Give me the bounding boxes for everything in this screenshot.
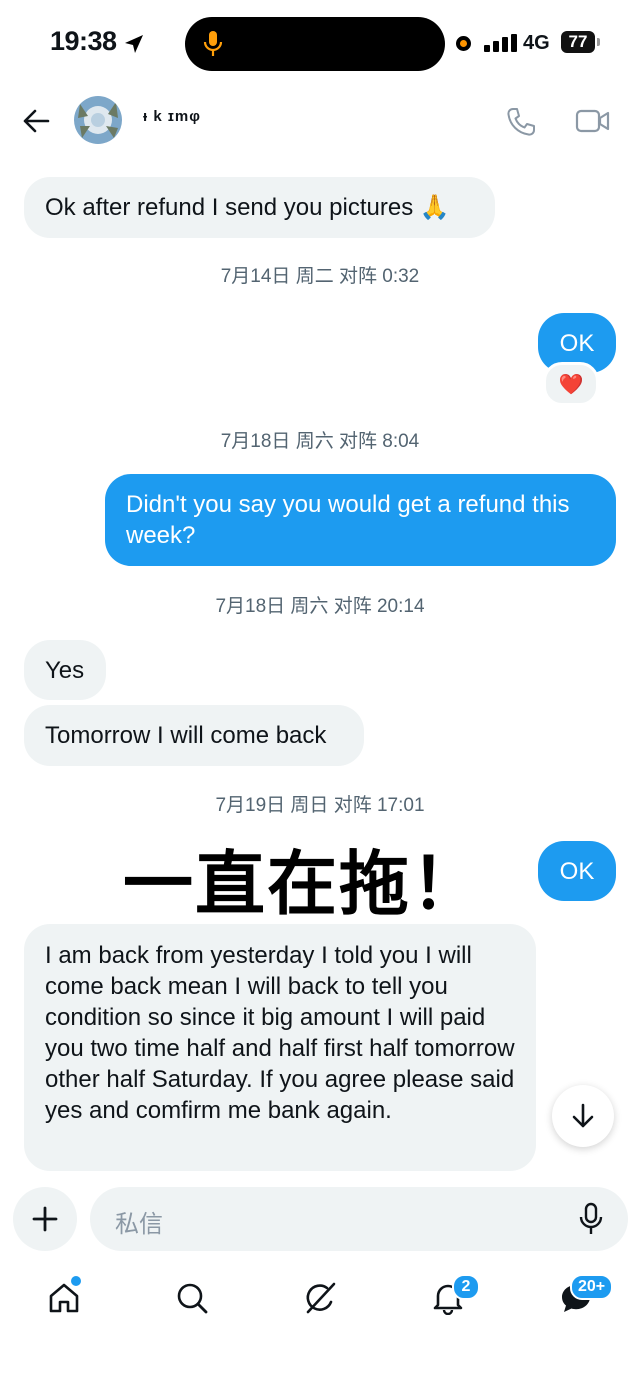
mic-indicator-icon (203, 31, 223, 56)
back-arrow-icon[interactable] (22, 108, 50, 134)
message-outgoing[interactable]: OK (538, 841, 616, 901)
phone-icon[interactable] (505, 106, 537, 138)
signal-icon (484, 34, 517, 52)
timestamp: 7月18日 周六 对阵 20:14 (215, 596, 425, 617)
network-type: 4G (523, 32, 550, 54)
message-incoming[interactable]: Tomorrow I will come back (24, 705, 364, 766)
mic-icon[interactable] (578, 1202, 604, 1236)
video-icon[interactable] (575, 106, 611, 136)
status-time: 19:38 (50, 26, 117, 56)
message-incoming[interactable]: Yes (24, 640, 106, 700)
grok-icon[interactable] (303, 1281, 337, 1315)
battery-cap (597, 38, 600, 46)
dynamic-island (185, 17, 445, 71)
plus-icon (32, 1206, 58, 1232)
timestamp: 7月19日 周日 对阵 17:01 (215, 795, 425, 816)
heart-reaction[interactable]: ❤️ (543, 362, 599, 406)
scroll-to-bottom-button[interactable] (552, 1085, 614, 1147)
conversation-username[interactable]: ᵻ k ɪmφ (143, 108, 201, 125)
home-notification-dot (71, 1276, 81, 1286)
timestamp: 7月18日 周六 对阵 8:04 (220, 431, 420, 452)
arrow-down-icon (572, 1103, 594, 1128)
location-arrow-icon (125, 35, 143, 53)
message-composer[interactable]: 私信 (90, 1187, 628, 1251)
message-outgoing[interactable]: Didn't you say you would get a refund th… (105, 474, 616, 566)
message-incoming[interactable]: Ok after refund I send you pictures 🙏 (24, 177, 495, 238)
battery-indicator: 77 (561, 31, 595, 53)
notifications-badge: 2 (452, 1274, 480, 1300)
overlay-caption: 一直在拖！ (123, 843, 483, 925)
add-attachment-button[interactable] (13, 1187, 77, 1251)
avatar[interactable] (74, 96, 122, 144)
messages-badge: 20+ (570, 1274, 614, 1300)
message-incoming[interactable]: I am back from yesterday I told you I wi… (24, 924, 536, 1171)
composer-placeholder: 私信 (115, 1211, 163, 1238)
recording-indicator (456, 36, 471, 51)
home-icon[interactable] (47, 1281, 81, 1315)
timestamp: 7月14日 周二 对阵 0:32 (220, 266, 420, 287)
search-icon[interactable] (175, 1281, 209, 1315)
